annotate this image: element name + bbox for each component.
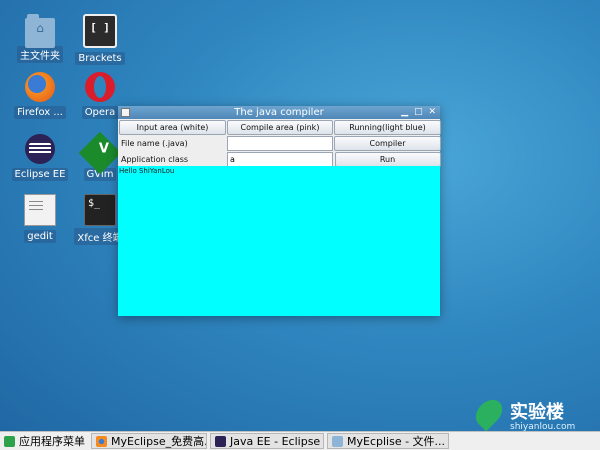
desktop-icon-gedit[interactable]: gedit xyxy=(8,194,72,247)
file-name-label: File name (.java) xyxy=(121,139,188,148)
firefox-icon xyxy=(25,72,55,102)
taskbar-item-myeclipse-browser[interactable]: MyEclipse_免费高... xyxy=(91,433,207,449)
desktop-icon-label: gedit xyxy=(24,230,56,243)
desktop-icon-label: Eclipse EE xyxy=(11,168,69,181)
application-class-label: Application class xyxy=(121,155,189,164)
output-text: Hello ShiYanLou xyxy=(119,167,175,175)
watermark-brand: 实验楼 xyxy=(510,402,564,423)
eclipse-icon xyxy=(215,435,226,447)
desktop-icon-label: 主文件夹 xyxy=(17,46,63,63)
eclipse-icon xyxy=(25,134,55,164)
applications-menu-icon xyxy=(4,435,15,447)
shiyanlou-watermark: 实验楼 shiyanlou.com xyxy=(470,394,586,436)
taskbar-item-eclipse[interactable]: Java EE - Eclipse xyxy=(210,433,324,449)
brackets-icon xyxy=(83,14,117,48)
application-class-input[interactable]: a xyxy=(227,152,333,167)
run-button[interactable]: Run xyxy=(334,152,441,167)
compiler-controls-grid: Input area (white) Compile area (pink) R… xyxy=(118,119,441,168)
desktop-icon-eclipse[interactable]: Eclipse EE xyxy=(8,134,72,185)
taskbar: 应用程序菜单 MyEclipse_免费高... Java EE - Eclips… xyxy=(0,431,600,450)
close-icon[interactable]: ✕ xyxy=(428,107,436,117)
maximize-icon[interactable]: □ xyxy=(414,107,423,117)
desktop-icon-brackets[interactable]: Brackets xyxy=(68,14,132,69)
java-compiler-window: The java compiler ▁ □ ✕ Input area (whit… xyxy=(118,106,441,316)
desktop-icon-label: Firefox ... xyxy=(14,106,66,119)
desktop-icon-home[interactable]: 主文件夹 xyxy=(8,14,72,67)
window-title: The java compiler xyxy=(234,107,324,118)
firefox-icon xyxy=(96,435,107,447)
taskbar-item-label: Java EE - Eclipse xyxy=(230,434,321,448)
opera-icon xyxy=(85,72,115,102)
gedit-icon xyxy=(24,194,56,226)
desktop-icon-firefox[interactable]: Firefox ... xyxy=(8,72,72,123)
terminal-icon xyxy=(84,194,116,226)
desktop-icon-label: Opera xyxy=(81,106,119,119)
leaf-logo-icon xyxy=(470,394,508,432)
home-folder-icon xyxy=(25,14,55,48)
window-titlebar[interactable]: The java compiler ▁ □ ✕ xyxy=(118,106,440,119)
taskbar-item-label: MyEclipse_免费高... xyxy=(111,435,207,448)
applications-menu-label: 应用程序菜单 xyxy=(19,435,85,448)
taskbar-item-file-manager[interactable]: MyEcplise - 文件... xyxy=(327,433,449,449)
output-area[interactable]: Hello ShiYanLou xyxy=(118,166,440,316)
file-name-input[interactable] xyxy=(227,136,333,151)
running-area-button[interactable]: Running(light blue) xyxy=(334,120,441,135)
desktop-icon-label: Brackets xyxy=(75,52,125,65)
taskbar-item-label: MyEcplise - 文件... xyxy=(347,435,446,448)
compiler-button[interactable]: Compiler xyxy=(334,136,441,151)
input-area-button[interactable]: Input area (white) xyxy=(119,120,226,135)
compile-area-button[interactable]: Compile area (pink) xyxy=(227,120,333,135)
minimize-icon[interactable]: ▁ xyxy=(401,107,408,117)
applications-menu-button[interactable]: 应用程序菜单 xyxy=(0,433,88,449)
folder-icon xyxy=(332,435,343,447)
